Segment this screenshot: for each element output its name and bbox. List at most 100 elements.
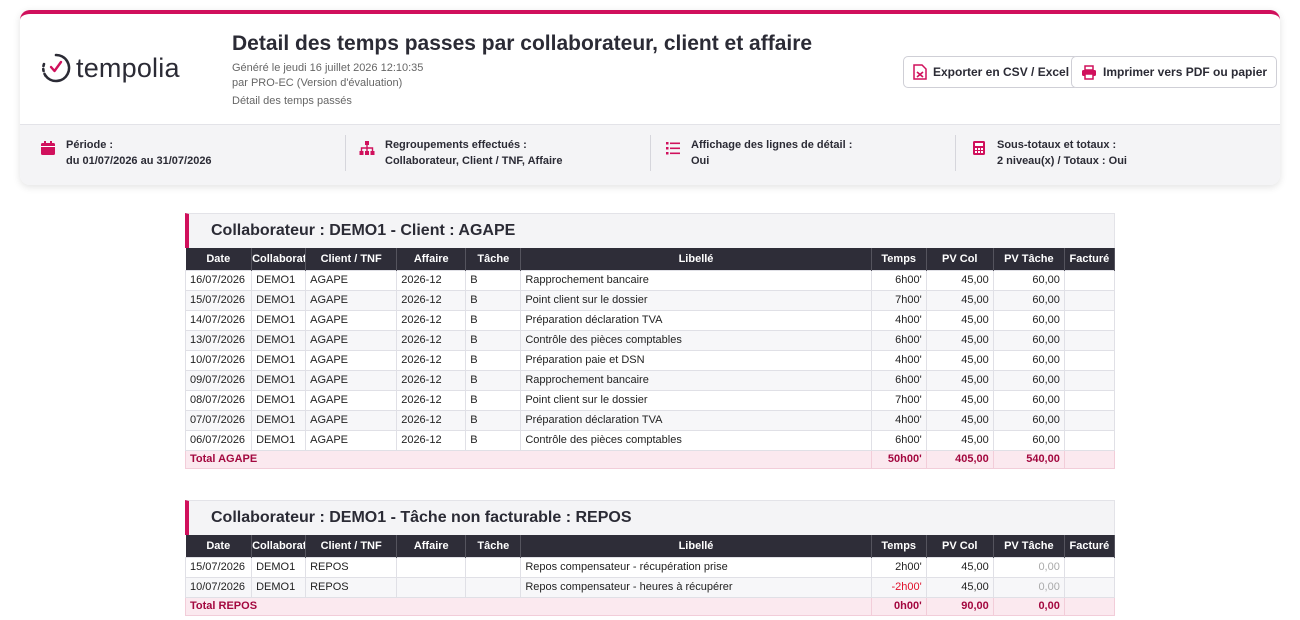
- print-pdf-button[interactable]: Imprimer vers PDF ou papier: [1071, 56, 1278, 88]
- totals-value: 2 niveau(x) / Totaux : Oui: [997, 155, 1127, 167]
- column-header[interactable]: Collaborateur: [251, 535, 307, 557]
- generated-by: par PRO-EC (Version d'évaluation): [232, 77, 403, 89]
- total-label: Total REPOS: [185, 596, 872, 616]
- table-cell: B: [465, 269, 522, 291]
- table-cell: [465, 556, 522, 578]
- table-cell: Préparation paie et DSN: [520, 349, 872, 371]
- table-cell: [1063, 289, 1116, 311]
- calendar-icon: [41, 141, 55, 155]
- table-cell: 2026-12: [396, 309, 467, 331]
- table-row[interactable]: 10/07/2026 DEMO1 AGAPE 2026-12 B Préparation …: [184, 349, 1116, 371]
- calculator-icon: [973, 141, 985, 155]
- column-header[interactable]: Libellé: [520, 535, 872, 557]
- table-cell: [1063, 269, 1116, 291]
- table-cell: 6h00': [870, 269, 927, 291]
- column-header[interactable]: Facturé: [1064, 248, 1116, 270]
- tempolia-logo: tempolia: [40, 52, 180, 84]
- table-cell: 60,00: [992, 269, 1065, 291]
- total-row: Total AGAPE 50h00' 405,00 540,00: [185, 449, 1116, 469]
- period-label: Période :: [66, 139, 114, 151]
- table-cell: 6h00': [870, 329, 927, 351]
- table-cell: 2h00': [870, 556, 927, 578]
- column-header[interactable]: Collaborateur: [251, 248, 307, 270]
- column-header[interactable]: Temps: [871, 248, 927, 270]
- column-header[interactable]: Client / TNF: [305, 248, 398, 270]
- table-row[interactable]: 07/07/2026 DEMO1 AGAPE 2026-12 B Préparation …: [184, 409, 1116, 431]
- report-header-card: tempolia Detail des temps passes par col…: [20, 10, 1280, 185]
- column-header[interactable]: Facturé: [1064, 535, 1116, 557]
- column-header[interactable]: Date: [185, 535, 253, 557]
- column-header[interactable]: Client / TNF: [305, 535, 398, 557]
- table-cell: 45,00: [925, 429, 994, 451]
- table-header-row: DateCollaborateurClient / TNFAffaireTâch…: [185, 248, 1116, 270]
- table-cell: 06/07/2026: [184, 429, 253, 451]
- column-header[interactable]: Tâche: [465, 248, 522, 270]
- table-cell: 2026-12: [396, 409, 467, 431]
- table-cell: DEMO1: [251, 389, 307, 411]
- table-cell: B: [465, 409, 522, 431]
- column-header[interactable]: Affaire: [396, 535, 467, 557]
- column-header[interactable]: Date: [185, 248, 253, 270]
- table-cell: 45,00: [925, 389, 994, 411]
- column-header[interactable]: Affaire: [396, 248, 467, 270]
- table-row[interactable]: 14/07/2026 DEMO1 AGAPE 2026-12 B Préparation …: [184, 309, 1116, 331]
- table-row[interactable]: 06/07/2026 DEMO1 AGAPE 2026-12 B Contrôle des…: [184, 429, 1116, 451]
- table-cell: Repos compensateur - récupération prise: [520, 556, 872, 578]
- table-cell: -2h00': [870, 576, 927, 598]
- table-cell: 45,00: [925, 556, 994, 578]
- table-cell: Préparation déclaration TVA: [520, 309, 872, 331]
- table-cell: [1063, 556, 1116, 578]
- total-pv-col: 90,00: [925, 596, 994, 616]
- column-header[interactable]: PV Col: [926, 535, 994, 557]
- table-cell: AGAPE: [305, 429, 398, 451]
- total-pv-tache: 0,00: [992, 596, 1065, 616]
- table-row[interactable]: 09/07/2026 DEMO1 AGAPE 2026-12 B Rapprochemen…: [184, 369, 1116, 391]
- table-row[interactable]: 15/07/2026 DEMO1 REPOS Repos compensateur -…: [184, 556, 1116, 578]
- table-cell: 2026-12: [396, 289, 467, 311]
- table-cell: 0,00: [992, 576, 1065, 598]
- print-pdf-label: Imprimer vers PDF ou papier: [1103, 65, 1268, 79]
- total-facture: [1063, 596, 1116, 616]
- column-header[interactable]: PV Tâche: [993, 248, 1065, 270]
- table-cell: REPOS: [305, 556, 398, 578]
- table-cell: DEMO1: [251, 289, 307, 311]
- column-header[interactable]: PV Col: [926, 248, 994, 270]
- table-row[interactable]: 08/07/2026 DEMO1 AGAPE 2026-12 B Point client…: [184, 389, 1116, 411]
- detail-label: Affichage des lignes de détail :: [691, 139, 853, 151]
- table-cell: 15/07/2026: [184, 289, 253, 311]
- generated-date: Généré le jeudi 16 juillet 2026 12:10:35: [232, 62, 424, 74]
- page-title: Detail des temps passes par collaborateu…: [232, 32, 813, 55]
- grouping-label: Regroupements effectués :: [385, 139, 527, 151]
- table-row[interactable]: 13/07/2026 DEMO1 AGAPE 2026-12 B Contrôle des…: [184, 329, 1116, 351]
- table-cell: B: [465, 309, 522, 331]
- table-cell: REPOS: [305, 576, 398, 598]
- total-pv-col: 405,00: [925, 449, 994, 469]
- export-csv-button[interactable]: Exporter en CSV / Excel: [903, 56, 1080, 88]
- table-cell: 6h00': [870, 369, 927, 391]
- table-cell: 10/07/2026: [184, 576, 253, 598]
- table-row[interactable]: 15/07/2026 DEMO1 AGAPE 2026-12 B Point client…: [184, 289, 1116, 311]
- table-cell: AGAPE: [305, 289, 398, 311]
- table-cell: 13/07/2026: [184, 329, 253, 351]
- printer-icon: [1082, 64, 1096, 80]
- table-cell: 10/07/2026: [184, 349, 253, 371]
- period-value: du 01/07/2026 au 31/07/2026: [66, 155, 212, 167]
- table-cell: [465, 576, 522, 598]
- table-row[interactable]: 16/07/2026 DEMO1 AGAPE 2026-12 B Rapprochemen…: [184, 269, 1116, 291]
- table-cell: 6h00': [870, 429, 927, 451]
- column-header[interactable]: Libellé: [520, 248, 872, 270]
- column-header[interactable]: Tâche: [465, 535, 522, 557]
- table-cell: 7h00': [870, 289, 927, 311]
- table-row[interactable]: 10/07/2026 DEMO1 REPOS Repos compensateur -…: [184, 576, 1116, 598]
- table-cell: 45,00: [925, 576, 994, 598]
- table-cell: B: [465, 389, 522, 411]
- column-header[interactable]: Temps: [871, 535, 927, 557]
- table-cell: [396, 576, 467, 598]
- filter-divider: [650, 135, 651, 171]
- table-header-row: DateCollaborateurClient / TNFAffaireTâch…: [185, 535, 1116, 557]
- column-header[interactable]: PV Tâche: [993, 535, 1065, 557]
- table-cell: B: [465, 349, 522, 371]
- total-row: Total REPOS 0h00' 90,00 0,00: [185, 596, 1116, 616]
- table-cell: DEMO1: [251, 369, 307, 391]
- report-section: Collaborateur : DEMO1 - Tâche non factur…: [184, 500, 1116, 616]
